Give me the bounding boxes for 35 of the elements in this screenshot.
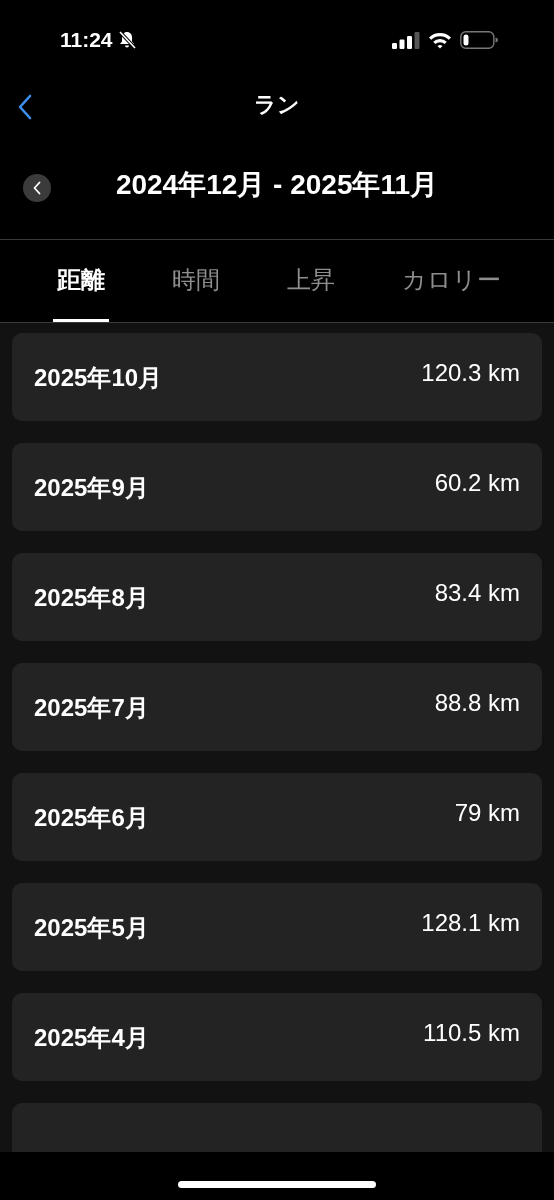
month-card[interactable]: 2025年4月 110.5 km <box>12 993 542 1081</box>
month-card[interactable]: 2025年6月 79 km <box>12 773 542 861</box>
bell-slash-icon <box>116 30 137 50</box>
distance-value: 83.4 km <box>434 579 520 607</box>
screen-title: ラン <box>254 91 300 119</box>
distance-value: 110.5 km <box>423 1019 520 1047</box>
previous-period-button[interactable] <box>23 174 51 202</box>
month-label: 2025年8月 <box>34 583 149 613</box>
distance-value: 60.2 km <box>434 469 520 497</box>
tab[interactable]: 時間 <box>168 240 225 322</box>
distance-value: 128.1 km <box>421 909 520 937</box>
period-title: 2024年12月 - 2025年11月 <box>114 167 440 202</box>
month-card[interactable]: 2025年7月 88.8 km <box>12 663 542 751</box>
month-label: 2025年10月 <box>34 363 163 393</box>
wifi-icon <box>428 31 452 49</box>
month-label: 2025年7月 <box>34 693 149 723</box>
month-label: 2025年5月 <box>34 913 149 943</box>
signal-icon <box>392 31 420 49</box>
month-card[interactable]: 2025年8月 83.4 km <box>12 553 542 641</box>
chevron-left-icon <box>18 94 32 120</box>
home-indicator[interactable] <box>178 1180 376 1188</box>
tab[interactable]: 上昇 <box>282 240 339 322</box>
tab[interactable]: カロリー <box>397 240 505 322</box>
status-time: 11:24 <box>60 28 113 52</box>
battery-icon <box>460 31 498 49</box>
chevron-left-icon <box>32 181 42 195</box>
distance-value: 88.8 km <box>434 689 520 717</box>
month-card[interactable]: 2025年5月 128.1 km <box>12 883 542 971</box>
month-label: 2025年6月 <box>34 803 149 833</box>
month-card[interactable]: 2025年10月 120.3 km <box>12 333 542 421</box>
month-card[interactable]: 2025年9月 60.2 km <box>12 443 542 531</box>
distance-value: 120.3 km <box>421 359 520 387</box>
distance-value: 79 km <box>454 799 520 827</box>
month-label: 2025年9月 <box>34 473 149 503</box>
month-label: 2025年4月 <box>34 1023 149 1053</box>
